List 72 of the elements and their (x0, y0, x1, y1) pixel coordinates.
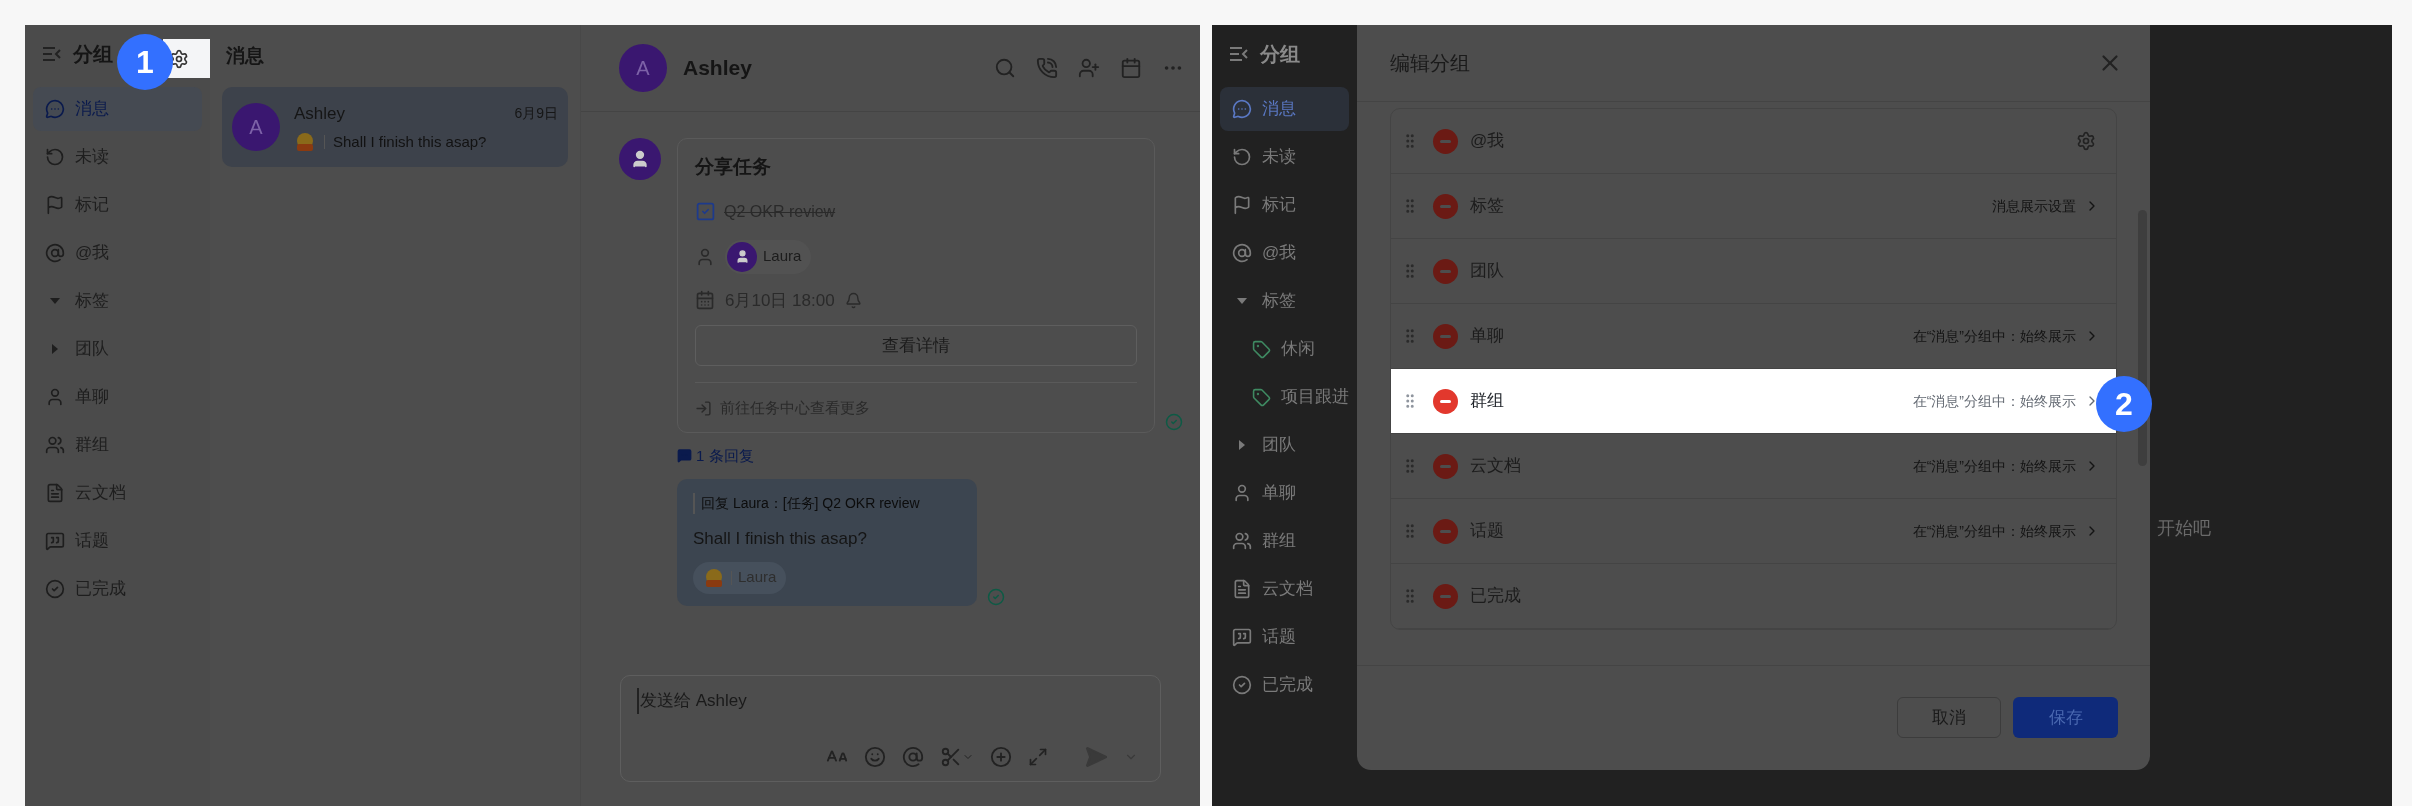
flag-icon (1232, 195, 1252, 215)
sticker-icon (294, 130, 316, 153)
user-icon (1232, 483, 1252, 503)
screenshot-icon[interactable] (940, 746, 974, 768)
sticker-icon (703, 566, 725, 589)
collapse-menu-icon[interactable] (1228, 44, 1250, 64)
read-icon (987, 587, 1005, 606)
settings-icon[interactable] (2076, 131, 2096, 151)
list-title: 消息 (226, 43, 264, 68)
empty-state-text: 开始吧 (2157, 517, 2211, 540)
users-icon (45, 435, 65, 455)
user-icon (45, 387, 65, 407)
topic-icon (45, 531, 65, 551)
sidebar-item[interactable]: 单聊 (1220, 471, 1349, 515)
assignee-icon (695, 246, 715, 267)
sidebar-item[interactable]: 标签 (1220, 279, 1349, 323)
expand-icon[interactable] (1028, 747, 1048, 767)
check-circle-icon (1232, 675, 1252, 695)
calendar-icon (695, 290, 715, 311)
sidebar-item[interactable]: 标记 (1220, 183, 1349, 227)
avatar: A (619, 44, 667, 92)
at-icon (1232, 243, 1252, 263)
sidebar-item[interactable]: 已完成 (1220, 663, 1349, 707)
message-preview: Shall I finish this asap? (333, 131, 487, 152)
sidebar-item[interactable]: 项目跟进 (1220, 375, 1349, 419)
at-icon (45, 243, 65, 263)
chat-icon (45, 99, 65, 119)
refresh-icon (45, 147, 65, 167)
group-name: 群组 (1470, 390, 1504, 413)
save-button[interactable]: 保存 (2013, 697, 2118, 738)
sidebar-item[interactable]: 消息 (1220, 87, 1349, 131)
document-icon (1232, 579, 1252, 599)
sidebar-item[interactable]: 休闲 (1220, 327, 1349, 371)
sidebar-title: 分组 (1260, 42, 1300, 67)
refresh-icon (1232, 147, 1252, 167)
open-icon (695, 399, 712, 417)
sidebar-item[interactable]: 群组 (1220, 519, 1349, 563)
add-icon[interactable] (990, 746, 1012, 768)
sidebar-item[interactable]: 话题 (1220, 615, 1349, 659)
chat-icon (1232, 99, 1252, 119)
document-icon (45, 483, 65, 503)
checkbox-icon[interactable] (695, 201, 716, 222)
group-row[interactable]: 群组 在“消息”分组中：始终展示 (1391, 369, 2116, 434)
reply-count-link[interactable]: 1 条回复 (696, 444, 754, 467)
read-icon (1165, 412, 1183, 431)
tag-icon (1252, 339, 1271, 359)
topic-icon (1232, 627, 1252, 647)
sidebar-item[interactable]: 团队 (1220, 423, 1349, 467)
calendar-icon[interactable] (1120, 57, 1142, 79)
sidebar-item[interactable]: 未读 (1220, 135, 1349, 179)
chat-title: Ashley (683, 55, 752, 82)
check-circle-icon (45, 579, 65, 599)
card-title: 分享任务 (695, 155, 772, 179)
users-icon (1232, 531, 1252, 551)
collapse-menu-icon[interactable] (41, 44, 63, 64)
emoji-icon[interactable] (864, 746, 886, 768)
search-icon[interactable] (994, 57, 1016, 79)
sidebar-item[interactable]: 云文档 (1220, 567, 1349, 611)
settings-icon (169, 48, 189, 69)
reply-icon (677, 448, 692, 464)
sidebar-item[interactable]: 消息 (33, 87, 202, 131)
tag-icon (1252, 387, 1271, 407)
phone-icon[interactable] (1036, 57, 1058, 79)
avatar (619, 138, 661, 180)
avatar: A (232, 103, 280, 151)
add-user-icon[interactable] (1078, 57, 1100, 79)
bell-icon (844, 291, 862, 309)
flag-icon (45, 195, 65, 215)
mention-icon[interactable] (902, 746, 924, 768)
remove-icon[interactable] (1433, 388, 1458, 414)
avatar (727, 241, 757, 272)
sidebar-item[interactable]: @我 (1220, 231, 1349, 275)
